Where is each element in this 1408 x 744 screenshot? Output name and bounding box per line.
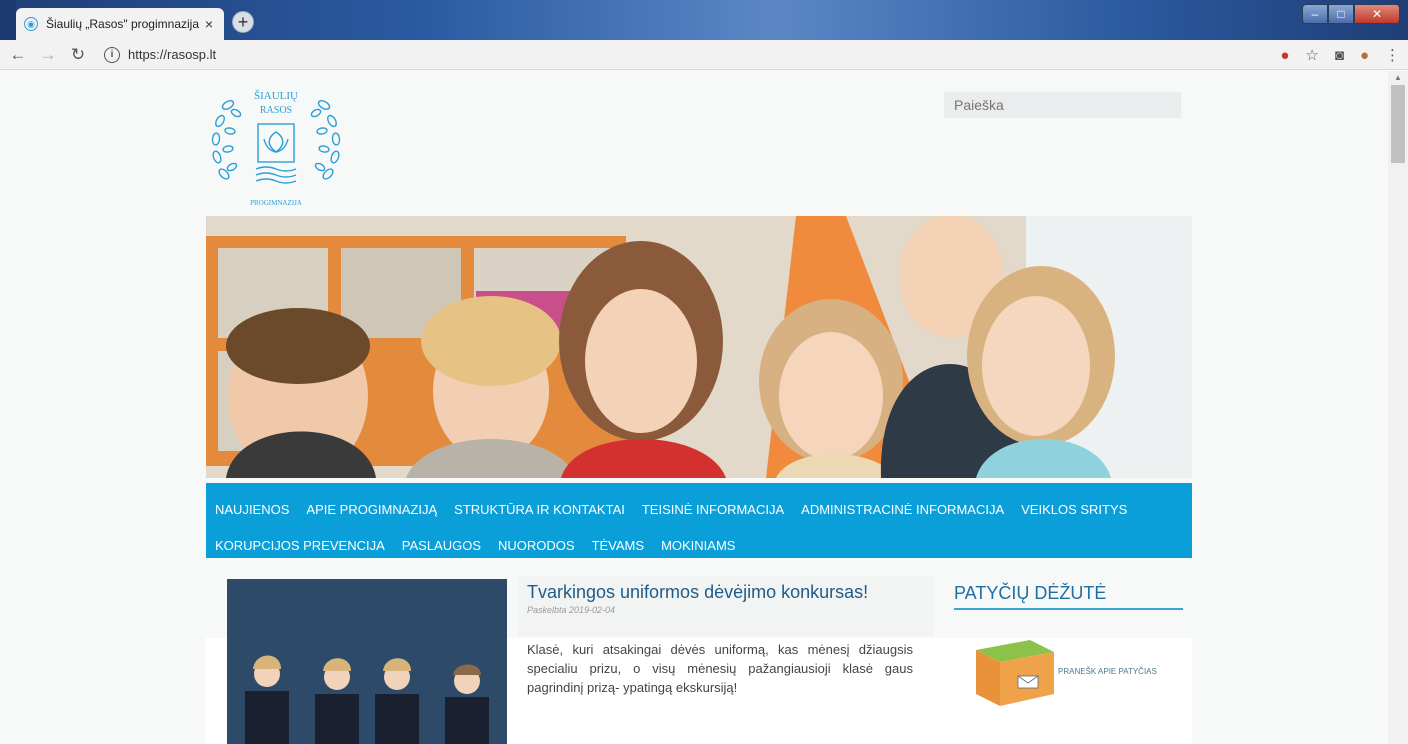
- nav-teisine-informacija[interactable]: TEISINĖ INFORMACIJA: [642, 502, 784, 517]
- logo-text-top: ŠIAULIŲ: [254, 90, 298, 102]
- profile-avatar-icon[interactable]: ●: [1360, 47, 1369, 64]
- url-text: https://rasosp.lt: [128, 47, 217, 62]
- nav-nuorodos[interactable]: NUORODOS: [498, 538, 575, 553]
- titlebar-corner: [0, 0, 16, 40]
- post-thumbnail[interactable]: [227, 579, 507, 744]
- post-title[interactable]: Tvarkingos uniformos dėvėjimo konkursas!: [527, 582, 868, 603]
- site-header: ŠIAULIŲ RASOS PROGIMNAZIJA: [206, 71, 1192, 216]
- browser-toolbar: ← → ↻ i https://rasosp.lt ● ☆ ◙ ● ⋮: [0, 40, 1408, 70]
- tab-close-icon[interactable]: ×: [202, 16, 216, 32]
- bookmark-star-icon[interactable]: ☆: [1305, 46, 1318, 64]
- logo-text-mid: RASOS: [260, 105, 292, 116]
- maximize-button[interactable]: □: [1328, 4, 1354, 24]
- bullybox-label: PRANEŠK APIE PATYČIAS: [1058, 667, 1157, 676]
- nav-row-1: NAUJIENOS APIE PROGIMNAZIJĄ STRUKTŪRA IR…: [215, 491, 1192, 527]
- minimize-button[interactable]: –: [1302, 4, 1328, 24]
- page-scrollbar[interactable]: ▲: [1388, 71, 1408, 744]
- content-area: Tvarkingos uniformos dėvėjimo konkursas!…: [0, 558, 1388, 744]
- logo-text-bottom: PROGIMNAZIJA: [250, 199, 302, 207]
- window-controls: – □ ✕: [1302, 4, 1400, 24]
- favicon-icon: ◉: [24, 17, 38, 31]
- nav-veiklos-sritys[interactable]: VEIKLOS SRITYS: [1021, 502, 1127, 517]
- extension-icon[interactable]: ●: [1280, 47, 1289, 64]
- nav-mokiniams[interactable]: MOKINIAMS: [661, 538, 735, 553]
- tulip-icon: [268, 131, 284, 153]
- address-bar[interactable]: i https://rasosp.lt: [104, 42, 1314, 67]
- web-page: ŠIAULIŲ RASOS PROGIMNAZIJA Paieška NAUJI…: [0, 71, 1388, 744]
- laurel-right-icon: [310, 100, 341, 180]
- nav-naujienos[interactable]: NAUJIENOS: [215, 502, 289, 517]
- nav-apie-progimnazija[interactable]: APIE PROGIMNAZIJĄ: [306, 502, 437, 517]
- laurel-left-icon: [211, 100, 242, 180]
- nav-struktura-ir-kontaktai[interactable]: STRUKTŪRA IR KONTAKTAI: [454, 502, 625, 517]
- scroll-up-icon[interactable]: ▲: [1394, 73, 1402, 82]
- toolbar-actions: ● ☆ ◙ ● ⋮: [1264, 40, 1400, 70]
- bullying-box-link[interactable]: PRANEŠK APIE PATYČIAS: [970, 632, 1170, 712]
- main-navigation: NAUJIENOS APIE PROGIMNAZIJĄ STRUKTŪRA IR…: [206, 483, 1192, 563]
- logo-emblem-frame: [257, 123, 295, 163]
- browser-tab[interactable]: ◉ Šiaulių „Rasos" progimnazija Šiau ×: [16, 8, 224, 40]
- scrollbar-thumb[interactable]: [1391, 85, 1405, 163]
- camera-icon[interactable]: ◙: [1335, 47, 1344, 64]
- search-input[interactable]: [944, 92, 1181, 118]
- forward-arrow-icon[interactable]: →: [36, 45, 60, 65]
- nav-administracine-informacija[interactable]: ADMINISTRACINĖ INFORMACIJA: [801, 502, 1004, 517]
- nav-korupcijos-prevencija[interactable]: KORUPCIJOS PREVENCIJA: [215, 538, 385, 553]
- sidebar-title: PATYČIŲ DĖŽUTĖ: [954, 583, 1183, 610]
- reload-icon[interactable]: ↻: [66, 45, 90, 65]
- close-window-button[interactable]: ✕: [1354, 4, 1400, 24]
- back-arrow-icon[interactable]: ←: [6, 45, 30, 65]
- tab-title: Šiaulių „Rasos" progimnazija Šiau: [46, 17, 202, 31]
- school-logo[interactable]: ŠIAULIŲ RASOS PROGIMNAZIJA: [206, 77, 346, 212]
- nav-tevams[interactable]: TĖVAMS: [592, 538, 645, 553]
- nav-paslaugos[interactable]: PASLAUGOS: [402, 538, 481, 553]
- post-date: Paskelbta 2019-02-04: [527, 605, 616, 615]
- post-excerpt: Klasė, kuri atsakingai dėvės uniformą, k…: [527, 642, 913, 695]
- browser-titlebar: ◉ Šiaulių „Rasos" progimnazija Šiau × + …: [0, 0, 1408, 40]
- site-info-icon[interactable]: i: [104, 46, 120, 63]
- site-container: ŠIAULIŲ RASOS PROGIMNAZIJA Paieška NAUJI…: [206, 71, 1192, 563]
- new-tab-button[interactable]: +: [232, 11, 254, 33]
- menu-dots-icon[interactable]: ⋮: [1385, 46, 1400, 64]
- hero-photo: [206, 214, 1192, 478]
